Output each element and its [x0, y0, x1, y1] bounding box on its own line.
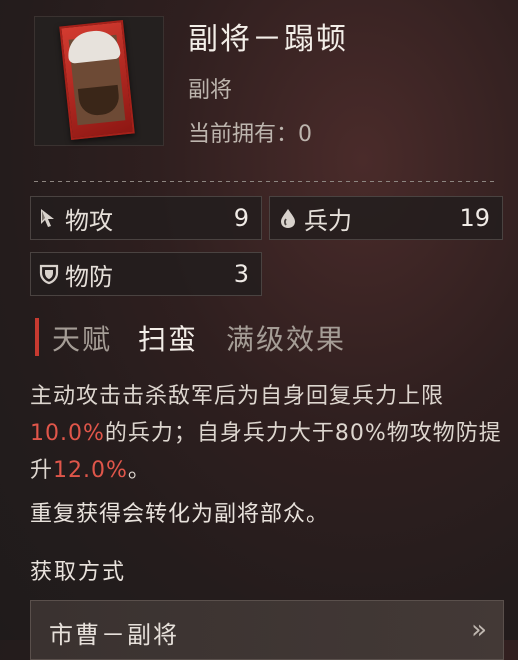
- acquisition-source-button[interactable]: 市曹－副将 »: [30, 600, 504, 660]
- desc-highlight: 12.0%: [53, 458, 128, 483]
- acquisition-source-label: 市曹－副将: [49, 621, 179, 649]
- talent-header: 天赋 扫蛮 满级效果: [52, 318, 346, 358]
- stat-label: 物防: [65, 262, 113, 291]
- shield-icon: [37, 262, 61, 286]
- divider: [34, 181, 494, 182]
- sword-cursor-icon: [37, 206, 61, 230]
- general-title: 副将－蹋顿: [188, 22, 348, 57]
- stat-label: 物攻: [65, 206, 113, 235]
- drop-icon: [276, 206, 300, 230]
- owned-value: 0: [298, 122, 313, 147]
- owned-count: 当前拥有：0: [188, 116, 312, 148]
- stat-physical-attack: 物攻 9: [30, 196, 262, 240]
- stat-value: 3: [233, 260, 249, 288]
- talent-accent-bar: [35, 318, 39, 356]
- portrait-frame: [34, 16, 164, 146]
- desc-highlight: 10.0%: [30, 421, 105, 446]
- general-type: 副将: [188, 78, 233, 103]
- stat-value: 19: [459, 204, 490, 232]
- acquisition-title: 获取方式: [30, 560, 127, 585]
- chevron-right-icon: »: [471, 615, 487, 645]
- stat-physical-defense: 物防 3: [30, 252, 262, 296]
- talent-name: 扫蛮: [138, 323, 199, 356]
- owned-label: 当前拥有：: [188, 122, 299, 147]
- talent-label: 天赋: [52, 323, 113, 356]
- stat-label: 兵力: [304, 206, 352, 235]
- stat-value: 9: [233, 204, 249, 232]
- desc-text: 主动攻击击杀敌军后为自身回复兵力上限: [30, 384, 445, 409]
- portrait-card: [59, 19, 135, 141]
- talent-description: 主动攻击击杀敌军后为自身回复兵力上限10.0%的兵力；自身兵力大于80%物攻物防…: [30, 378, 510, 489]
- conversion-note: 重复获得会转化为副将部众。: [30, 502, 330, 527]
- stat-troops: 兵力 19: [269, 196, 503, 240]
- desc-text: 。: [127, 458, 151, 483]
- talent-max-effect-label: 满级效果: [226, 323, 347, 356]
- portrait-hat: [66, 28, 121, 64]
